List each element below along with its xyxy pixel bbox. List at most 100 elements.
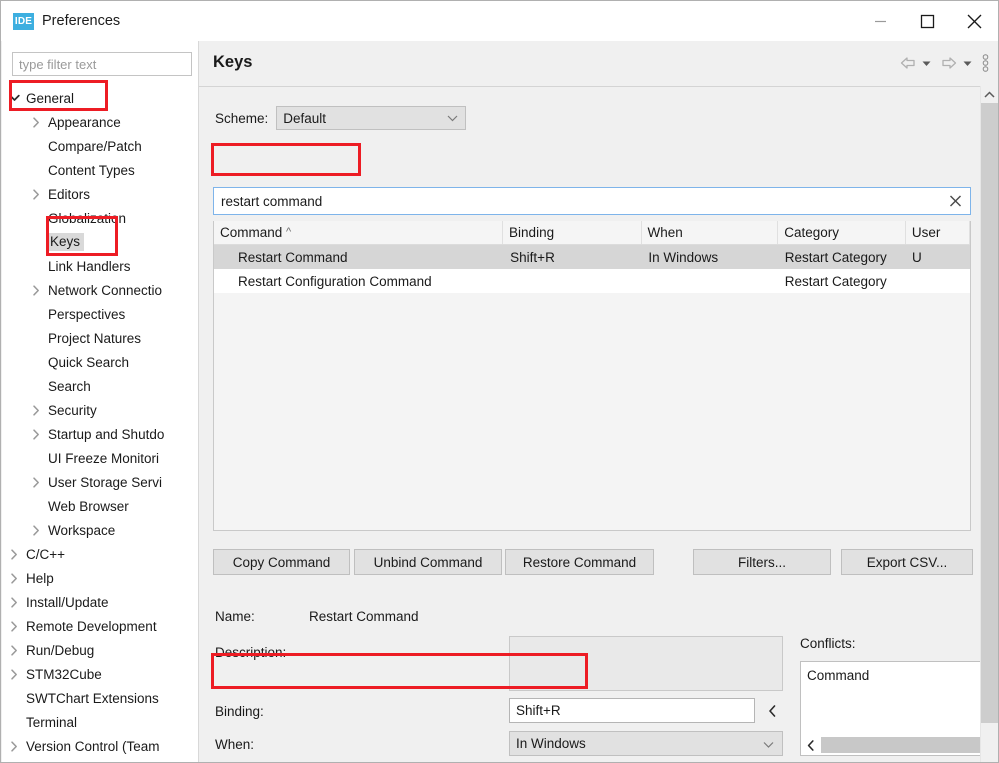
sidebar-item-perspectives[interactable]: Perspectives: [2, 302, 198, 326]
column-header-command[interactable]: Command ^: [214, 221, 504, 244]
conflicts-table[interactable]: CommandWhen: [800, 661, 998, 756]
sidebar-item-label: Globalization: [48, 210, 127, 226]
table-body[interactable]: Restart Command Shift+R In Windows Restart …: [214, 245, 970, 530]
chevron-right-icon[interactable]: [28, 188, 44, 200]
sidebar-item-globalization[interactable]: Globalization: [2, 206, 198, 230]
chevron-right-icon[interactable]: [6, 644, 22, 656]
chevron-right-icon[interactable]: [6, 596, 22, 608]
sidebar-item-search[interactable]: Search: [2, 374, 198, 398]
sidebar-item-content-types[interactable]: Content Types: [2, 158, 198, 182]
sidebar-item-install-update[interactable]: Install/Update: [2, 590, 198, 614]
filters-button[interactable]: Filters...: [693, 549, 831, 575]
forward-arrow-icon[interactable]: [939, 55, 959, 71]
sidebar-item-label: Run/Debug: [26, 642, 95, 658]
back-menu-chevron-down-icon[interactable]: [921, 58, 932, 69]
sidebar-item-label: Keys: [48, 233, 85, 251]
chevron-down-icon[interactable]: [6, 94, 22, 102]
sidebar-item-project-natures[interactable]: Project Natures: [2, 326, 198, 350]
sidebar-item-keys[interactable]: Keys: [2, 230, 198, 254]
column-header-category[interactable]: Category: [778, 221, 906, 244]
column-header-user[interactable]: User: [906, 221, 970, 244]
sidebar-item-label: Web Browser: [48, 498, 129, 514]
table-action-buttons: Copy Command Unbind Command Restore Comm…: [213, 549, 973, 575]
copy-command-button[interactable]: Copy Command: [213, 549, 350, 575]
chevron-right-icon[interactable]: [6, 572, 22, 584]
sidebar-item-compare-patch[interactable]: Compare/Patch: [2, 134, 198, 158]
sidebar-item-label: Remote Development: [26, 618, 157, 634]
minimize-button[interactable]: [857, 1, 904, 41]
restore-command-button[interactable]: Restore Command: [505, 549, 654, 575]
sidebar-item-terminal[interactable]: Terminal: [2, 710, 198, 734]
export-csv-button[interactable]: Export CSV...: [841, 549, 973, 575]
conflicts-column-header-command[interactable]: Command: [801, 662, 998, 688]
description-field[interactable]: [509, 636, 783, 691]
key-bindings-table[interactable]: Command ^ Binding When Category User Restart …: [213, 221, 971, 531]
chevron-right-icon[interactable]: [6, 548, 22, 560]
chevron-right-icon[interactable]: [28, 524, 44, 536]
table-cell-user: [906, 269, 970, 293]
when-dropdown[interactable]: In Windows: [509, 731, 783, 756]
conflicts-label: Conflicts:: [800, 636, 856, 651]
sidebar-item-label: User Storage Servi: [48, 474, 163, 490]
keys-filter-input[interactable]: restart command: [213, 187, 971, 215]
sidebar-item-run-debug[interactable]: Run/Debug: [2, 638, 198, 662]
clear-icon[interactable]: [949, 195, 962, 208]
sidebar-item-swtchart-extensions[interactable]: SWTChart Extensions: [2, 686, 198, 710]
chevron-right-icon[interactable]: [6, 620, 22, 632]
sidebar-item-label: Appearance: [48, 114, 121, 130]
sidebar-item-network-connectio[interactable]: Network Connectio: [2, 278, 198, 302]
chevron-right-icon[interactable]: [28, 116, 44, 128]
chevron-right-icon[interactable]: [28, 428, 44, 440]
sidebar-item-ui-freeze-monitori[interactable]: UI Freeze Monitori: [2, 446, 198, 470]
sidebar-item-help[interactable]: Help: [2, 566, 198, 590]
sidebar-item-label: Help: [26, 570, 54, 586]
table-row[interactable]: Restart Configuration Command Restart Cat…: [214, 269, 970, 293]
sidebar-item-general[interactable]: General: [2, 86, 198, 110]
conflicts-horizontal-scrollbar[interactable]: [801, 735, 998, 755]
scroll-left-icon[interactable]: [801, 735, 821, 755]
sidebar-item-remote-development[interactable]: Remote Development: [2, 614, 198, 638]
sidebar-item-user-storage-servi[interactable]: User Storage Servi: [2, 470, 198, 494]
chevron-right-icon[interactable]: [6, 740, 22, 752]
column-header-binding[interactable]: Binding: [503, 221, 642, 244]
conflicts-column-header-label: Command: [807, 667, 870, 683]
chevron-right-icon[interactable]: [6, 668, 22, 680]
sidebar-item-link-handlers[interactable]: Link Handlers: [2, 254, 198, 278]
scroll-thumb[interactable]: [821, 737, 998, 753]
scroll-up-icon[interactable]: [981, 86, 998, 103]
sidebar-item-stm32cube[interactable]: STM32Cube: [2, 662, 198, 686]
table-cell-when: In Windows: [648, 249, 719, 265]
sidebar-item-version-control-team[interactable]: Version Control (Team: [2, 734, 198, 758]
table-header-row[interactable]: Command ^ Binding When Category User: [214, 221, 970, 245]
view-menu-icon[interactable]: [982, 53, 989, 73]
table-row[interactable]: Restart Command Shift+R In Windows Restart …: [214, 245, 970, 269]
maximize-button[interactable]: [904, 1, 951, 41]
preferences-tree[interactable]: General Appearance Compare/Patch Content Ty…: [2, 86, 198, 762]
column-header-when[interactable]: When: [642, 221, 779, 244]
chevron-right-icon[interactable]: [28, 476, 44, 488]
tree-filter-input[interactable]: type filter text: [12, 52, 192, 76]
binding-history-icon[interactable]: [760, 698, 784, 723]
chevron-down-icon: [763, 736, 774, 751]
sidebar-item-appearance[interactable]: Appearance: [2, 110, 198, 134]
close-button[interactable]: [951, 1, 998, 41]
sidebar-item-startup-and-shutdo[interactable]: Startup and Shutdo: [2, 422, 198, 446]
sidebar-item-quick-search[interactable]: Quick Search: [2, 350, 198, 374]
sidebar-item-security[interactable]: Security: [2, 398, 198, 422]
chevron-right-icon[interactable]: [28, 284, 44, 296]
scroll-thumb[interactable]: [981, 103, 998, 723]
scheme-dropdown[interactable]: Default: [276, 106, 467, 130]
sidebar-item-c-c[interactable]: C/C++: [2, 542, 198, 566]
table-cell-category: Restart Category: [784, 273, 887, 289]
chevron-right-icon[interactable]: [28, 404, 44, 416]
page-vertical-scrollbar[interactable]: [980, 86, 998, 762]
back-arrow-icon[interactable]: [898, 55, 918, 71]
binding-input[interactable]: Shift+R: [509, 698, 755, 723]
sidebar-item-web-browser[interactable]: Web Browser: [2, 494, 198, 518]
sidebar-item-label: UI Freeze Monitori: [48, 450, 160, 466]
window-title: Preferences: [42, 13, 121, 29]
sidebar-item-editors[interactable]: Editors: [2, 182, 198, 206]
unbind-command-button[interactable]: Unbind Command: [354, 549, 502, 575]
forward-menu-chevron-down-icon[interactable]: [962, 58, 973, 69]
sidebar-item-workspace[interactable]: Workspace: [2, 518, 198, 542]
